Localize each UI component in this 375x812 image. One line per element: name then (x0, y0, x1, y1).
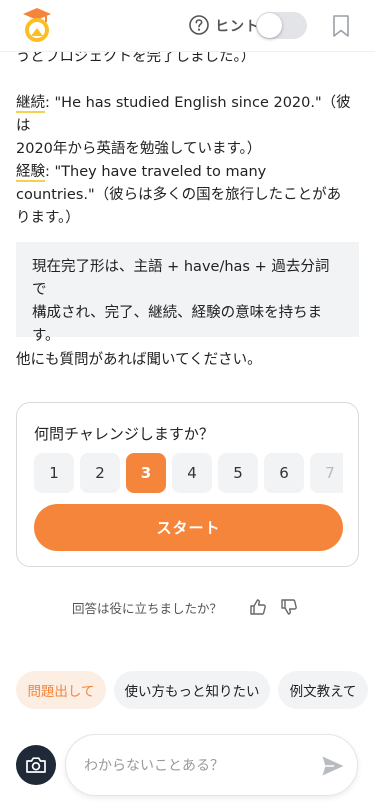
count-option-2[interactable]: 2 (80, 453, 120, 493)
experience-line-3: ります。） (16, 210, 80, 226)
hint-toggle[interactable] (256, 12, 307, 39)
camera-button[interactable] (16, 745, 56, 785)
question-count-selector: 1 2 3 4 5 6 7 (34, 453, 343, 493)
owl-graduation-logo-icon (23, 8, 51, 42)
experience-example: 経験: "They have traveled to many countrie… (16, 161, 359, 230)
feedback-question: 回答は役に立ちましたか？ (72, 601, 223, 616)
continuation-line-1: : "He has studied English since 2020."（彼… (16, 95, 351, 134)
message-input-container (65, 734, 358, 796)
count-option-4[interactable]: 4 (172, 453, 212, 493)
continuation-line-2: 2020年から英語を勉強しています。） (16, 141, 262, 157)
term-continuation: 継続 (16, 95, 45, 113)
closing-message: 他にも質問があれば聞いてください。 (16, 352, 262, 368)
count-option-1[interactable]: 1 (34, 453, 74, 493)
thumbs-up-icon[interactable] (249, 598, 267, 616)
suggestion-chip-usage[interactable]: 使い方もっと知りたい (114, 671, 270, 709)
count-option-5[interactable]: 5 (218, 453, 258, 493)
experience-line-2: countries."（彼らは多くの国を旅行したことがあ (16, 187, 342, 203)
note-line-3: す。 (32, 328, 60, 344)
camera-icon (26, 757, 46, 773)
summary-note-box: 現在完了形は、主語 + have/has + 過去分詞で 構成され、完了、継続、… (16, 242, 359, 344)
app-header: ヒント (0, 0, 375, 52)
send-icon[interactable] (321, 755, 345, 777)
thumbs-down-icon[interactable] (280, 598, 298, 616)
challenge-title: 何問チャレンジしますか？ (34, 425, 214, 443)
message-input[interactable] (84, 753, 314, 779)
note-line-1: 現在完了形は、主語 + have/has + 過去分詞で (32, 259, 330, 298)
term-experience: 経験 (16, 164, 45, 182)
bookmark-icon[interactable] (331, 14, 351, 38)
experience-line-1: : "They have traveled to many (45, 164, 267, 180)
challenge-card: 何問チャレンジしますか？ 1 2 3 4 5 6 7 スタート (16, 402, 359, 567)
question-circle-icon[interactable] (189, 15, 209, 35)
note-line-2: 構成され、完了、継続、経験の意味を持ちま (32, 305, 323, 321)
suggestion-chip-quiz[interactable]: 問題出して (16, 671, 106, 709)
count-option-3-selected[interactable]: 3 (126, 453, 166, 493)
toggle-knob (257, 13, 282, 38)
continuation-example: 継続: "He has studied English since 2020."… (16, 92, 359, 161)
count-option-6[interactable]: 6 (264, 453, 304, 493)
suggestion-chip-examples[interactable]: 例文教えて (278, 671, 368, 709)
count-option-7[interactable]: 7 (310, 453, 343, 493)
hint-label: ヒント (215, 19, 260, 35)
start-button[interactable]: スタート (34, 504, 343, 551)
